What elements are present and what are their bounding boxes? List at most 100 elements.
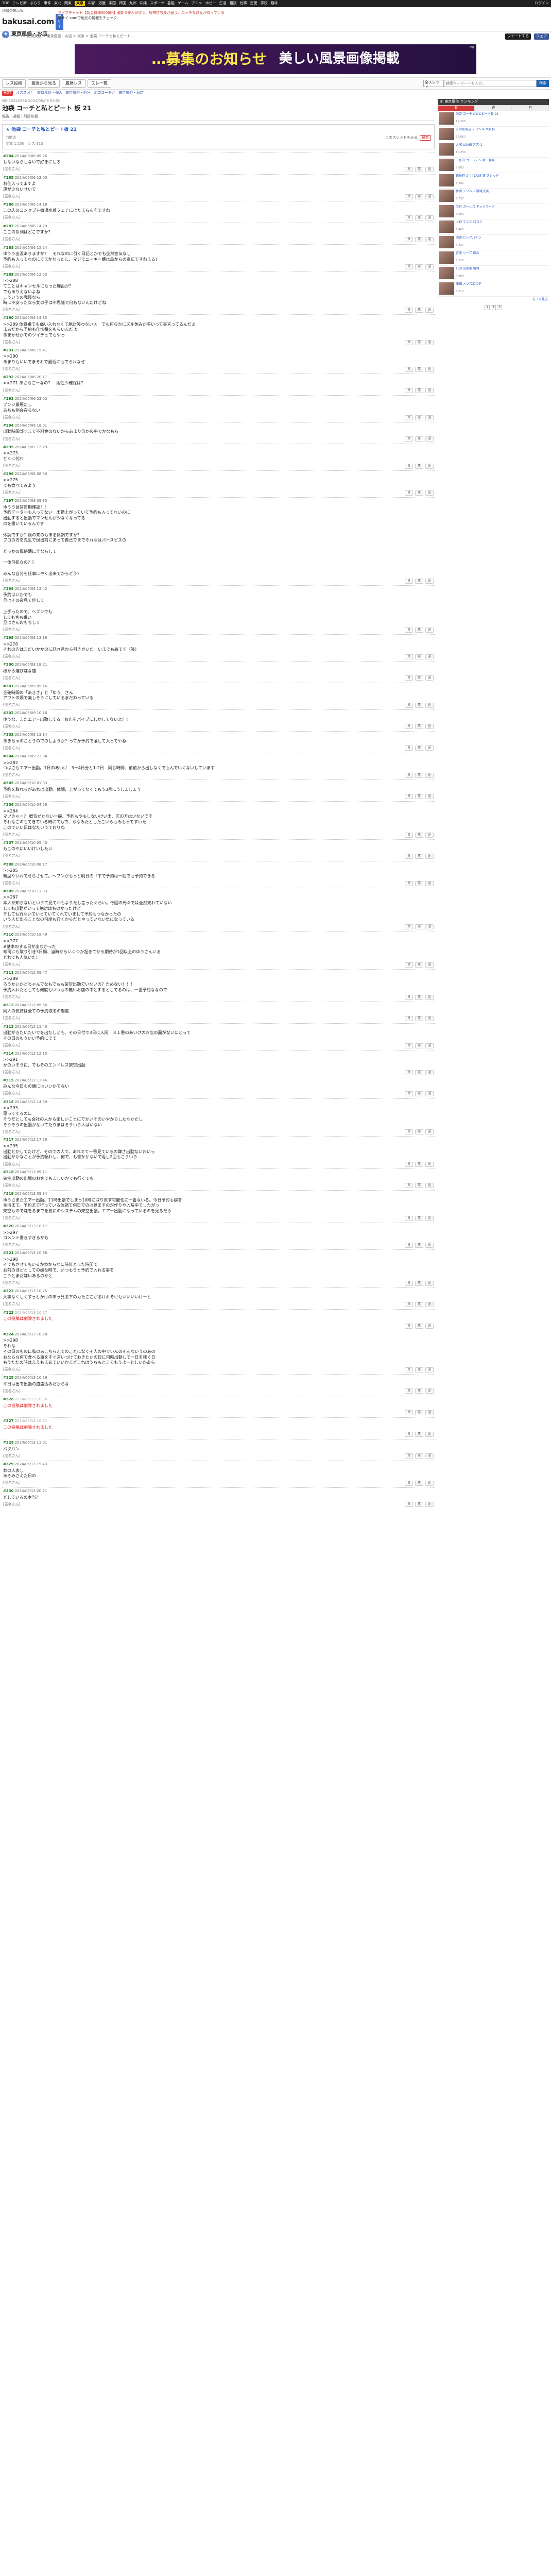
reply-icon[interactable]: 返	[425, 654, 434, 660]
global-nav-item[interactable]: 学校	[261, 1, 268, 6]
global-nav-item[interactable]: アニメ	[192, 1, 202, 6]
reply-icon[interactable]: 返	[425, 1453, 434, 1459]
post-number[interactable]: #324	[3, 1332, 13, 1336]
global-nav-item[interactable]: 沖縄	[140, 1, 147, 6]
header-news-primary[interactable]: ライブチャット【新会員様3000円】最新!!美人が待つ、所帯持ち夫が通う、エッチ…	[58, 11, 549, 16]
reply-icon[interactable]: 返	[425, 1043, 434, 1048]
ranking-item[interactable]: 渋谷 ガールズ ネットワーク 6,991	[438, 204, 549, 220]
reply-icon[interactable]: 返	[425, 464, 434, 469]
post-number[interactable]: #288	[3, 246, 13, 250]
global-nav-item[interactable]: 九州	[129, 1, 136, 6]
post-number[interactable]: #311	[3, 971, 13, 975]
post-number[interactable]: #325	[3, 1376, 13, 1380]
global-nav-item[interactable]: ぶらり	[30, 1, 41, 6]
thumbs-down-icon[interactable]: 悪	[415, 924, 423, 930]
thumbs-up-icon[interactable]: 良	[405, 832, 413, 838]
post-number[interactable]: #329	[3, 1462, 13, 1466]
thumbs-up-icon[interactable]: 良	[405, 1243, 413, 1248]
header-news-secondary[interactable]: 爆サイ.comで地元の情報をチェック	[58, 16, 549, 21]
reply-icon[interactable]: 返	[425, 236, 434, 242]
reply-icon[interactable]: 返	[425, 794, 434, 800]
reply-icon[interactable]: 返	[425, 578, 434, 584]
post-number[interactable]: #286	[3, 202, 13, 207]
reply-icon[interactable]: 返	[425, 994, 434, 1000]
post-number[interactable]: #302	[3, 711, 13, 715]
thumbs-up-icon[interactable]: 良	[405, 994, 413, 1000]
tab-weekly[interactable]: 週	[475, 105, 512, 112]
tab-daily[interactable]: 日	[438, 105, 475, 112]
thumbs-down-icon[interactable]: 悪	[415, 1323, 423, 1329]
reply-icon[interactable]: 返	[425, 308, 434, 313]
ranking-item[interactable]: 立川駅周辺 デリヘル 大百科 12,883	[438, 127, 549, 143]
ranking-title[interactable]: 吉原 ソープ 総合	[456, 251, 548, 259]
reply-icon[interactable]: 返	[425, 1367, 434, 1373]
post-reply-button[interactable]: レス投稿	[2, 79, 26, 88]
ranking-item[interactable]: 吉原 ソープ 総合 5,122	[438, 250, 549, 266]
global-nav-item[interactable]: 四国	[119, 1, 126, 6]
reply-icon[interactable]: 返	[425, 490, 434, 496]
tag-link[interactable]: 東京風俗・旭日	[65, 91, 91, 95]
global-nav-item[interactable]: スポーツ	[150, 1, 164, 6]
post-number[interactable]: #307	[3, 841, 13, 845]
post-number[interactable]: #287	[3, 224, 13, 228]
thumbs-down-icon[interactable]: 悪	[415, 1453, 423, 1459]
latest-button[interactable]: 最新	[420, 134, 431, 141]
ad-banner[interactable]: …募集のお知らせ 美しい風景画像掲載 PR	[75, 44, 476, 74]
ranking-item[interactable]: 新宿 デリヘル 情報交換 7,732	[438, 189, 549, 205]
thumbs-up-icon[interactable]: 良	[405, 962, 413, 968]
global-nav-item[interactable]: 生活	[219, 1, 227, 6]
reply-icon[interactable]: 返	[425, 628, 434, 633]
reply-icon[interactable]: 返	[425, 1301, 434, 1307]
tag-link[interactable]: 池袋コーチと	[94, 91, 115, 95]
ranking-title[interactable]: 町田 出張型 情報	[456, 267, 548, 275]
ranking-title[interactable]: 立川駅周辺 デリヘル 大百科	[456, 128, 548, 135]
reply-icon[interactable]: 返	[425, 1070, 434, 1075]
tag-link[interactable]: 東京風俗・お店	[118, 91, 144, 95]
post-number[interactable]: #327	[3, 1419, 13, 1423]
thumbs-up-icon[interactable]: 良	[405, 724, 413, 730]
logo[interactable]: 地域の掲示板 bakusai.com 爆サイ ◆ 東京風俗・お店	[2, 9, 63, 38]
thumbs-up-icon[interactable]: 良	[405, 1388, 413, 1394]
global-nav-item[interactable]: 中国	[109, 1, 116, 6]
global-nav-item[interactable]: 趣味	[271, 1, 278, 6]
post-number[interactable]: #316	[3, 1100, 13, 1104]
breadcrumb-path[interactable]: 爆サイ.com > 南関東版 > 東京風俗・お店 > 東京 > 池袋 コーチと私…	[2, 34, 502, 39]
thumbs-up-icon[interactable]: 良	[405, 773, 413, 778]
thumbs-down-icon[interactable]: 悪	[415, 1091, 423, 1097]
ranking-item[interactable]: 池袋 ピンクパイン 5,837	[438, 235, 549, 251]
zoom-toggle[interactable]: □拡大	[6, 135, 16, 140]
thread-list-button[interactable]: スレ一覧	[88, 79, 111, 88]
thumbs-down-icon[interactable]: 悪	[415, 1183, 423, 1189]
page-button[interactable]: 2	[491, 305, 496, 311]
ranking-item[interactable]: 錦糸町 かくれんぼ 嬢 スレッド 8,201	[438, 173, 549, 189]
post-number[interactable]: #328	[3, 1440, 13, 1445]
ranking-item[interactable]: 池袋 コーチと私とピート板 21 15,265	[438, 111, 549, 127]
thumbs-down-icon[interactable]: 悪	[415, 794, 423, 800]
post-number[interactable]: #317	[3, 1138, 13, 1142]
global-nav-item[interactable]: ホビー	[205, 1, 216, 6]
thumbs-up-icon[interactable]: 良	[405, 388, 413, 394]
reply-icon[interactable]: 返	[425, 1183, 434, 1189]
post-number[interactable]: #292	[3, 375, 13, 379]
ranking-title[interactable]: 蒲田 メンズエステ	[456, 282, 548, 290]
thumbs-down-icon[interactable]: 悪	[415, 1129, 423, 1135]
global-nav-item[interactable]: TOP	[2, 1, 9, 6]
ranking-title[interactable]: 上野 エステ 口コミ	[456, 221, 548, 228]
post-number[interactable]: #326	[3, 1397, 13, 1401]
thumbs-up-icon[interactable]: 良	[405, 854, 413, 859]
post-number[interactable]: #313	[3, 1025, 13, 1029]
login-link[interactable]: ログイン	[535, 1, 549, 6]
reply-icon[interactable]: 返	[425, 264, 434, 269]
reply-icon[interactable]: 返	[425, 703, 434, 708]
thumbs-up-icon[interactable]: 良	[405, 236, 413, 242]
thumbs-down-icon[interactable]: 悪	[415, 194, 423, 199]
thread-actions-links[interactable]: 報告 | 通報 | 削除依頼	[2, 114, 38, 119]
thumbs-down-icon[interactable]: 悪	[415, 654, 423, 660]
thumbs-up-icon[interactable]: 良	[405, 1367, 413, 1373]
reply-icon[interactable]: 返	[425, 832, 434, 838]
thumbs-up-icon[interactable]: 良	[405, 194, 413, 199]
thumbs-up-icon[interactable]: 良	[405, 628, 413, 633]
post-number[interactable]: #303	[3, 733, 13, 737]
reply-icon[interactable]: 返	[425, 1481, 434, 1486]
thumbs-down-icon[interactable]: 悪	[415, 1502, 423, 1507]
